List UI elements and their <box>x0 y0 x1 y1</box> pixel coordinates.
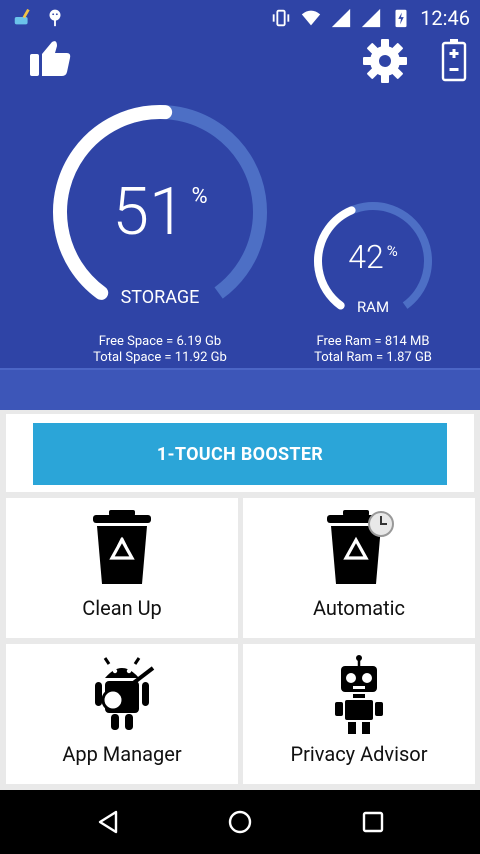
ram-gauge: 42% RAM <box>312 200 434 322</box>
privacy-advisor-label: Privacy Advisor <box>290 742 428 766</box>
header-divider-line <box>0 368 480 370</box>
automatic-label: Automatic <box>312 596 405 620</box>
storage-label: STORAGE <box>120 287 200 308</box>
storage-percent-sign: % <box>191 184 208 209</box>
home-icon[interactable] <box>226 808 254 836</box>
automatic-tile[interactable]: Automatic <box>243 498 475 638</box>
wifi-icon <box>302 10 321 26</box>
recent-apps-icon[interactable] <box>359 808 387 836</box>
ram-percent-sign: % <box>386 242 398 260</box>
status-time: 12:46 <box>420 6 470 30</box>
storage-percent-value: 51 <box>112 174 186 251</box>
app-manager-label: App Manager <box>62 742 182 766</box>
back-icon[interactable] <box>94 808 122 836</box>
signal-icon <box>332 8 351 28</box>
booster-card: 1-TOUCH BOOSTER <box>6 414 474 492</box>
robot-icon <box>335 655 383 734</box>
battery-charging-icon <box>395 9 407 28</box>
ram-label: RAM <box>356 298 390 316</box>
total-ram-text: Total Ram = 1.87 GB <box>314 350 432 365</box>
gear-icon[interactable] <box>362 38 408 84</box>
thumbs-up-icon[interactable] <box>28 38 72 78</box>
signal-icon-2 <box>362 8 381 28</box>
battery-icon[interactable] <box>441 38 467 82</box>
privacy-advisor-tile[interactable]: Privacy Advisor <box>243 644 475 784</box>
dashboard-header: 12:46 51 % STORAGE 42 % RAM Free Space =… <box>0 0 480 380</box>
broom-icon <box>14 8 30 25</box>
android-guitar-icon <box>95 657 155 730</box>
app-manager-tile[interactable]: App Manager <box>6 644 238 784</box>
android-status-icon <box>49 9 61 27</box>
header-divider-band <box>0 368 480 410</box>
ram-info: Free Ram = 814 MB Total Ram = 1.87 GB <box>298 334 448 366</box>
one-touch-booster-button[interactable]: 1-TOUCH BOOSTER <box>33 423 447 485</box>
navigation-bar <box>0 790 480 854</box>
status-bar: 12:46 <box>0 0 480 36</box>
clean-up-label: Clean Up <box>82 596 162 620</box>
free-ram-text: Free Ram = 814 MB <box>316 334 430 349</box>
trash-clock-icon <box>327 510 394 584</box>
ram-percent-value: 42 <box>348 238 384 276</box>
storage-gauge: 51% STORAGE <box>52 104 268 320</box>
free-space-text: Free Space = 6.19 Gb <box>98 334 222 349</box>
storage-info: Free Space = 6.19 Gb Total Space = 11.92… <box>80 334 240 366</box>
trash-recycle-icon <box>93 510 151 584</box>
vibrate-icon <box>272 9 290 27</box>
clean-up-tile[interactable]: Clean Up <box>6 498 238 638</box>
total-space-text: Total Space = 11.92 Gb <box>93 350 227 365</box>
